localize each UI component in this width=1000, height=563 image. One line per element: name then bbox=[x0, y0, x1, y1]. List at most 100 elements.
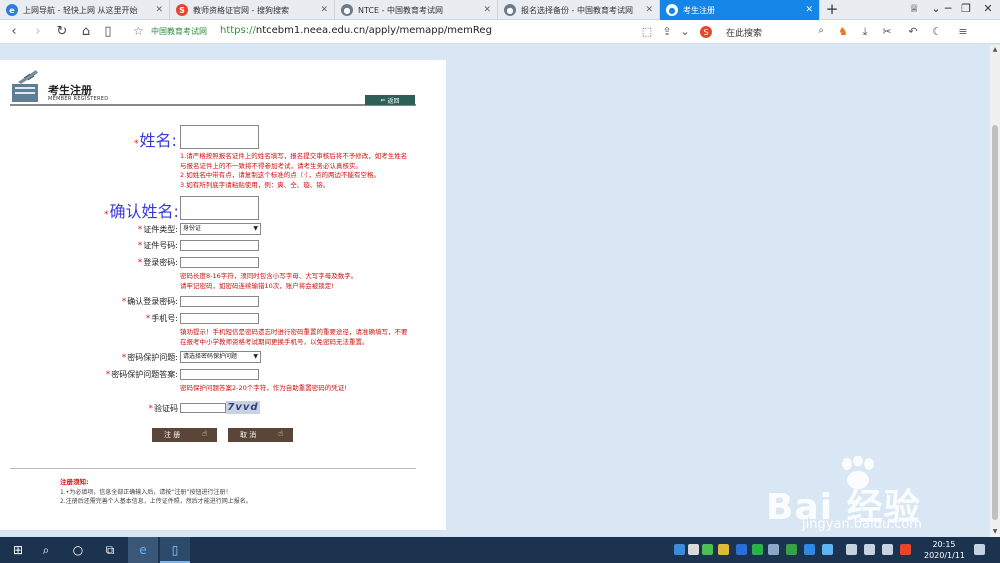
download-icon[interactable]: ⤓ bbox=[858, 25, 872, 39]
confirm-name-input[interactable] bbox=[180, 196, 259, 220]
windows-start-icon[interactable]: ⊞ bbox=[10, 542, 26, 558]
security-answer-label: *密码保护问题答案: bbox=[80, 369, 178, 380]
security-question-select[interactable]: 请选择密码保护问题 ▼ bbox=[180, 351, 261, 363]
search-icon[interactable]: ⌕ bbox=[818, 25, 824, 36]
tray-app-icon[interactable] bbox=[688, 544, 699, 555]
wechat-icon[interactable] bbox=[702, 544, 713, 555]
night-mode-icon[interactable]: ☾ bbox=[930, 25, 944, 38]
password-notes: 密码长度8-16字符，须同时包含小写字母、大写字母及数字。 请牢记密码，如密码连… bbox=[180, 272, 357, 291]
scissors-icon[interactable]: ✂ bbox=[880, 25, 894, 38]
name-note-3: 2.如姓名中带有点，请复制这个标准的点（·），点的两边不能有空格。 bbox=[180, 171, 381, 179]
notification-icon[interactable] bbox=[974, 544, 985, 555]
maximize-button[interactable]: ❐ bbox=[958, 2, 974, 15]
minimize-button[interactable]: ─ bbox=[940, 2, 956, 15]
navigation-bar: ‹ › ↻ ⌂ ▯ ☆ 中国教育考试网 https://ntcebm1.neea… bbox=[0, 20, 1000, 44]
phone-label-text: 手机号: bbox=[151, 314, 178, 323]
url-scheme: https:// bbox=[220, 25, 256, 36]
required-mark: * bbox=[134, 139, 139, 149]
tab-1[interactable]: e 上网导航 - 轻快上网 从这里开始 ✕ bbox=[0, 0, 170, 20]
search-icon[interactable]: ⌕ bbox=[38, 542, 54, 558]
compat-icon[interactable]: ⬚ bbox=[640, 25, 654, 38]
tab-3[interactable]: ● NTCE - 中国教育考试网 ✕ bbox=[335, 0, 498, 20]
shirt-icon[interactable]: ♕ bbox=[906, 2, 922, 15]
chevron-down-icon[interactable]: ⌄ bbox=[678, 25, 692, 38]
tab-2[interactable]: S 教师资格证官网 - 搜狗搜索 ✕ bbox=[170, 0, 335, 20]
register-button[interactable]: 注 册 ☝ bbox=[152, 428, 217, 442]
required-mark: * bbox=[145, 314, 151, 324]
phone-icon[interactable]: ▯ bbox=[167, 542, 183, 558]
password-note-1: 密码长度8-16字符，须同时包含小写字母、大写字母及数字。 bbox=[180, 272, 358, 280]
confirm-password-input[interactable] bbox=[180, 296, 259, 307]
name-input[interactable] bbox=[180, 125, 259, 149]
task-view-icon[interactable]: ⧉ bbox=[102, 542, 118, 558]
forward-icon[interactable]: › bbox=[30, 24, 46, 40]
game-icon[interactable]: ♞ bbox=[836, 25, 850, 38]
chevron-down-icon: ▼ bbox=[253, 353, 258, 360]
password-input[interactable] bbox=[180, 257, 259, 268]
tray-app-icon[interactable] bbox=[786, 544, 797, 555]
tray-app-icon[interactable] bbox=[674, 544, 685, 555]
close-window-button[interactable]: ✕ bbox=[980, 2, 996, 15]
tray-app-icon[interactable] bbox=[804, 544, 815, 555]
close-icon[interactable]: ✕ bbox=[805, 5, 813, 15]
clock-date: 2020/1/11 bbox=[924, 551, 966, 560]
name-label-text: 姓名: bbox=[139, 131, 177, 150]
scrollbar-thumb[interactable] bbox=[992, 125, 998, 520]
hand-pointer-icon: ☝ bbox=[278, 429, 283, 438]
phone-input[interactable] bbox=[180, 313, 259, 324]
home-icon[interactable]: ⌂ bbox=[78, 24, 94, 40]
scroll-up-icon[interactable]: ▲ bbox=[990, 45, 1000, 55]
tray-app-icon[interactable] bbox=[752, 544, 763, 555]
taskbar-clock[interactable]: 20:15 2020/1/11 bbox=[924, 539, 966, 561]
tab-5-active[interactable]: ● 考生注册 ✕ bbox=[660, 0, 820, 20]
scroll-down-icon[interactable]: ▼ bbox=[990, 527, 1000, 537]
close-icon[interactable]: ✕ bbox=[155, 5, 163, 15]
tray-app-icon[interactable] bbox=[768, 544, 779, 555]
back-label: 返回 bbox=[387, 97, 400, 105]
captcha-image[interactable]: 7vvd bbox=[226, 401, 260, 414]
close-icon[interactable]: ✕ bbox=[483, 5, 491, 15]
tray-app-icon[interactable] bbox=[718, 544, 729, 555]
url-field[interactable]: https://ntcebm1.neea.edu.cn/apply/memapp… bbox=[220, 25, 492, 36]
close-icon[interactable]: ✕ bbox=[320, 5, 328, 15]
cortana-icon[interactable]: ○ bbox=[70, 542, 86, 558]
tab-label: NTCE - 中国教育考试网 bbox=[358, 5, 444, 15]
phone-label: *手机号: bbox=[100, 313, 178, 324]
back-button[interactable]: ⇐ 返回 bbox=[365, 95, 415, 105]
id-type-select[interactable]: 身份证 ▼ bbox=[180, 223, 261, 235]
id-number-input[interactable] bbox=[180, 240, 259, 251]
sogou-ime-icon[interactable] bbox=[900, 544, 911, 555]
close-icon[interactable]: ✕ bbox=[645, 5, 653, 15]
menu-icon[interactable]: ≡ bbox=[956, 25, 970, 38]
page-scrollbar[interactable]: ▲ ▼ bbox=[990, 45, 1000, 537]
globe-icon: ● bbox=[341, 4, 353, 16]
word-icon[interactable] bbox=[736, 544, 747, 555]
tab-4[interactable]: ● 报名选择备份 - 中国教育考试网 ✕ bbox=[498, 0, 660, 20]
watermark-url: jingyan.baidu.com bbox=[802, 517, 922, 532]
required-mark: * bbox=[137, 225, 143, 235]
required-mark: * bbox=[121, 353, 127, 363]
tab-label: 教师资格证官网 - 搜狗搜索 bbox=[193, 5, 289, 15]
captcha-input[interactable] bbox=[180, 403, 226, 413]
browser-icon[interactable]: e bbox=[135, 542, 151, 558]
network-icon[interactable] bbox=[846, 544, 857, 555]
back-arrow-icon: ⇐ bbox=[380, 96, 388, 104]
pen-icon[interactable] bbox=[864, 544, 875, 555]
new-tab-button[interactable]: + bbox=[824, 2, 840, 18]
security-answer-label-text: 密码保护问题答案: bbox=[111, 370, 178, 379]
refresh-icon[interactable]: ↻ bbox=[54, 24, 70, 40]
cancel-button[interactable]: 取 消 ☝ bbox=[228, 428, 293, 442]
share-icon[interactable]: ⇪ bbox=[660, 25, 674, 38]
search-box[interactable]: S 在此搜索 ⌕ bbox=[700, 24, 828, 40]
page-subtitle: MEMBER REGISTERED bbox=[48, 96, 109, 102]
register-label: 注 册 bbox=[164, 431, 181, 439]
sogou-icon: S bbox=[176, 4, 188, 16]
favorite-star-icon[interactable]: ☆ bbox=[133, 24, 144, 38]
undo-icon[interactable]: ↶ bbox=[906, 25, 920, 38]
back-icon[interactable]: ‹ bbox=[6, 24, 22, 40]
security-answer-input[interactable] bbox=[180, 369, 259, 380]
volume-icon[interactable] bbox=[882, 544, 893, 555]
tray-app-icon[interactable] bbox=[822, 544, 833, 555]
confirm-name-label-text: 确认姓名: bbox=[109, 202, 179, 221]
reader-icon[interactable]: ▯ bbox=[100, 24, 116, 40]
